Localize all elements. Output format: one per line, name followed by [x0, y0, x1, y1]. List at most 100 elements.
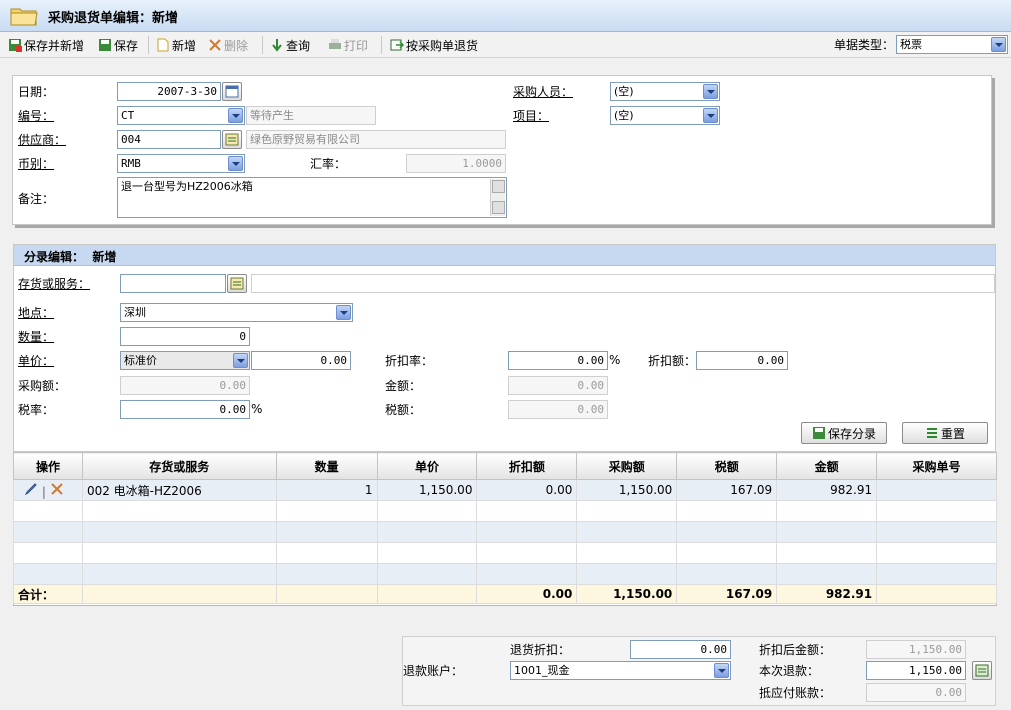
this-refund-input[interactable]: 1,150.00 — [866, 661, 966, 680]
col-header[interactable]: 税额 — [676, 452, 778, 480]
col-header[interactable]: 单价 — [376, 452, 478, 480]
chevron-down-icon[interactable] — [991, 37, 1006, 52]
doc-type-value: 税票 — [900, 38, 922, 51]
chevron-down-icon[interactable] — [703, 84, 718, 99]
rate-input[interactable]: 1.0000 — [406, 154, 506, 173]
table-row[interactable] — [13, 542, 997, 564]
return-arrow-icon — [390, 39, 404, 51]
buyer-select[interactable]: (空) — [610, 82, 720, 101]
scroll-up-icon[interactable] — [492, 180, 505, 193]
qty-input[interactable]: 0 — [120, 327, 250, 346]
chevron-down-icon[interactable] — [228, 108, 243, 123]
save-new-button[interactable]: 保存并新增 — [8, 36, 84, 54]
chevron-down-icon[interactable] — [703, 108, 718, 123]
toolbar: 保存并新增 保存 新增 删除 查询 打印 按采购单退货 单据类型： 税票 — [0, 32, 1011, 58]
supplier-lookup-button[interactable] — [222, 130, 242, 149]
delete-button[interactable]: 删除 — [208, 36, 248, 54]
this-refund-label: 本次退款： — [759, 664, 820, 678]
cell-po — [876, 479, 997, 501]
remark-scrollbar[interactable] — [490, 179, 505, 216]
total-purchase: 1,150.00 — [576, 584, 678, 604]
edit-pencil-icon[interactable] — [24, 482, 38, 496]
discount-rate-input[interactable]: 0.00 — [508, 351, 608, 370]
date-input[interactable]: 2007-3-30 — [117, 82, 221, 101]
price-input[interactable]: 0.00 — [251, 351, 351, 370]
doc-type-select[interactable]: 税票 — [896, 35, 1008, 54]
number-label: 编号： — [18, 109, 55, 123]
save-add-icon — [9, 39, 22, 52]
chevron-down-icon[interactable] — [336, 305, 351, 320]
date-label: 日期： — [18, 85, 55, 99]
refund-account-label: 退款账户： — [403, 664, 464, 678]
number-hint: 等待产生 — [246, 106, 376, 125]
table-row[interactable]: | 002 电冰箱-HZ2006 1 1,150.00 0.00 1,150.0… — [13, 479, 997, 501]
item-label: 存货或服务： — [18, 277, 91, 291]
discount-rate-percent: % — [609, 353, 621, 367]
reset-button[interactable]: 重置 — [902, 422, 988, 444]
refund-account-select[interactable]: 1001_现金 — [510, 661, 731, 680]
query-arrow-icon — [272, 39, 282, 52]
new-button[interactable]: 新增 — [156, 36, 196, 54]
chevron-down-icon[interactable] — [233, 353, 248, 368]
col-header[interactable]: 采购额 — [576, 452, 678, 480]
save-entry-button[interactable]: 保存分录 — [801, 422, 887, 444]
chevron-down-icon[interactable] — [714, 663, 729, 678]
currency-select[interactable]: RMB — [117, 154, 245, 173]
scroll-down-icon[interactable] — [492, 201, 505, 214]
project-label: 项目： — [513, 109, 550, 123]
discount-amount-label: 折扣额： — [648, 354, 697, 368]
delete-x-icon[interactable] — [50, 482, 64, 496]
print-label: 打印 — [344, 38, 369, 53]
price-type-select[interactable]: 标准价 — [120, 351, 250, 370]
item-lookup-button[interactable] — [227, 274, 247, 293]
grid-header-row: 操作 存货或服务 数量 单价 折扣额 采购额 税额 金额 采购单号 — [13, 452, 997, 480]
query-label: 查询 — [286, 38, 311, 53]
project-select[interactable]: (空) — [610, 106, 720, 125]
calendar-button[interactable] — [222, 82, 242, 101]
total-label: 合计： — [13, 584, 83, 604]
col-header[interactable]: 折扣额 — [476, 452, 578, 480]
return-by-po-button[interactable]: 按采购单退货 — [390, 36, 478, 54]
supplier-name: 绿色原野贸易有限公司 — [246, 130, 506, 149]
location-select[interactable]: 深圳 — [120, 303, 353, 322]
amount-input: 0.00 — [508, 376, 608, 395]
cell-purchase: 1,150.00 — [576, 479, 678, 501]
discount-amount-input[interactable]: 0.00 — [696, 351, 788, 370]
tax-rate-input[interactable]: 0.00 — [120, 400, 250, 419]
col-header[interactable]: 操作 — [13, 452, 83, 480]
number-select[interactable]: CT — [117, 106, 245, 125]
offset-payable-label: 抵应付账款： — [759, 686, 832, 700]
col-header[interactable]: 数量 — [275, 452, 378, 480]
return-discount-label: 退货折扣： — [510, 643, 571, 657]
cell-price: 1,150.00 — [376, 479, 478, 501]
col-header[interactable]: 金额 — [776, 452, 878, 480]
col-header[interactable]: 存货或服务 — [81, 452, 277, 480]
currency-value: RMB — [121, 157, 141, 170]
table-row[interactable] — [13, 500, 997, 522]
entry-section-title: 分录编辑： 新增 — [24, 250, 117, 264]
print-button[interactable]: 打印 — [328, 36, 368, 54]
table-row[interactable] — [13, 563, 997, 585]
save-entry-icon — [812, 427, 825, 439]
toolbar-separator — [381, 36, 382, 54]
cell-item: 002 电冰箱-HZ2006 — [81, 479, 277, 501]
remark-textarea[interactable]: 退一台型号为HZ2006冰箱 — [117, 177, 507, 218]
col-header[interactable]: 采购单号 — [876, 452, 997, 480]
supplier-code-input[interactable]: 004 — [117, 130, 221, 149]
refund-lookup-button[interactable] — [972, 661, 992, 680]
table-row[interactable] — [13, 521, 997, 543]
location-label: 地点： — [18, 306, 55, 320]
chevron-down-icon[interactable] — [228, 156, 243, 171]
list-icon — [225, 133, 239, 146]
save-button[interactable]: 保存 — [98, 36, 138, 54]
after-discount-input: 1,150.00 — [866, 640, 966, 659]
item-input[interactable] — [120, 274, 226, 293]
remark-value: 退一台型号为HZ2006冰箱 — [121, 180, 253, 193]
query-button[interactable]: 查询 — [270, 36, 310, 54]
purchase-amount-label: 采购额： — [18, 379, 67, 393]
entry-section-header: 分录编辑： 新增 — [14, 245, 995, 266]
cell-tax: 167.09 — [676, 479, 778, 501]
return-discount-input[interactable]: 0.00 — [630, 640, 731, 659]
buyer-label: 采购人员： — [513, 85, 574, 99]
reset-label: 重置 — [940, 426, 965, 441]
